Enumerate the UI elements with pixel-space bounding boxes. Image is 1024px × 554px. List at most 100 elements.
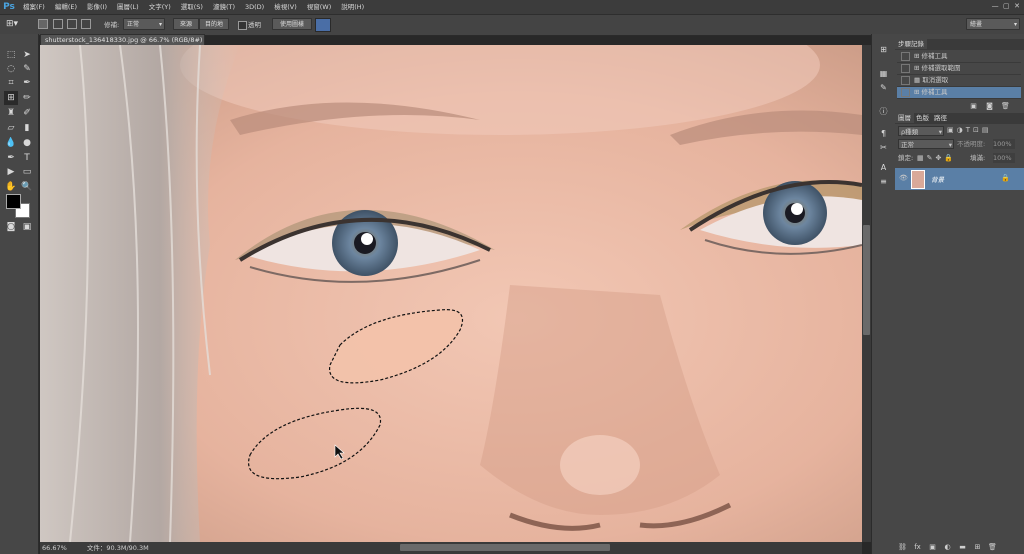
eyedropper-tool-icon[interactable]: ✒ xyxy=(20,76,34,90)
quick-mask-icon[interactable]: ◙ xyxy=(4,220,18,234)
menu-3d[interactable]: 3D(D) xyxy=(240,0,269,14)
layer-filter-icons[interactable]: ▣◑T⊡▤ xyxy=(947,126,991,134)
type-tool-icon[interactable]: T xyxy=(20,151,34,165)
menu-help[interactable]: 說明(H) xyxy=(336,0,369,14)
trash-icon[interactable]: 🗑 xyxy=(988,543,997,551)
new-selection-icon[interactable] xyxy=(38,19,48,29)
tab-history[interactable]: 步驟記錄 xyxy=(895,39,927,49)
horizontal-scrollbar[interactable] xyxy=(210,542,862,554)
history-item[interactable]: ⊞ 修補工具 xyxy=(897,51,1021,63)
patch-tool-icon: ⊞ xyxy=(914,88,920,96)
right-panels: 步驟記錄 ⊞ 修補工具 ⊞ 修補選取範圍 ▦ 取消選取 ⊞ 修補工具 ▣ ◙ 🗑… xyxy=(895,34,1024,554)
adjustment-layer-icon[interactable]: ◐ xyxy=(943,543,952,551)
paragraph-align-icon[interactable]: ≡ xyxy=(877,176,890,188)
screen-mode-icon[interactable]: ▣ xyxy=(20,220,34,234)
path-select-tool-icon[interactable]: ▶ xyxy=(4,165,18,179)
tool-presets-icon[interactable]: ✂ xyxy=(877,142,890,154)
pen-tool-icon[interactable]: ✒ xyxy=(4,151,18,165)
move-tool-icon[interactable]: ➤ xyxy=(20,48,34,62)
transparent-checkbox[interactable] xyxy=(238,21,247,30)
history-state-checkbox[interactable] xyxy=(901,87,910,97)
subtract-selection-icon[interactable] xyxy=(67,19,77,29)
add-mask-icon[interactable]: ▣ xyxy=(928,543,937,551)
properties-panel-icon[interactable]: ▦ xyxy=(877,68,890,80)
pattern-picker[interactable] xyxy=(315,18,331,32)
menu-edit[interactable]: 編輯(E) xyxy=(50,0,82,14)
window-controls[interactable]: — ▢ ✕ xyxy=(992,2,1020,10)
layer-row-background[interactable]: 👁 背景 🔒 xyxy=(895,168,1024,190)
marquee-tool-icon[interactable]: ⬚ xyxy=(4,48,18,62)
new-layer-icon[interactable]: ⊞ xyxy=(973,543,982,551)
zoom-level[interactable]: 66.67% xyxy=(42,544,67,552)
workspace-select[interactable]: 繪畫 ▾ xyxy=(966,18,1020,30)
intersect-selection-icon[interactable] xyxy=(81,19,91,29)
dodge-tool-icon[interactable]: ● xyxy=(20,136,34,150)
brush-tool-icon[interactable]: ✏ xyxy=(20,91,34,105)
new-document-from-state-icon[interactable]: ▣ xyxy=(969,102,978,110)
fill-value[interactable]: 100% xyxy=(993,153,1015,163)
patch-tool-icon[interactable]: ⊞ xyxy=(4,91,18,105)
history-item[interactable]: ⊞ 修補選取範圍 xyxy=(897,63,1021,75)
use-pattern-button[interactable]: 使用圖樣 xyxy=(272,18,312,30)
quick-select-tool-icon[interactable]: ✎ xyxy=(20,62,34,76)
lock-icons[interactable]: ▦✎✥🔒 xyxy=(917,153,956,163)
crop-tool-icon[interactable]: ⌗ xyxy=(4,76,18,90)
history-panel-icon[interactable]: ⊞ xyxy=(877,44,890,56)
menu-view[interactable]: 檢視(V) xyxy=(269,0,302,14)
destination-button[interactable]: 目的地 xyxy=(199,18,229,30)
tab-paths[interactable]: 路徑 xyxy=(931,113,950,123)
lasso-tool-icon[interactable]: ◌ xyxy=(4,62,18,76)
layer-kind-filter[interactable]: ρ種類 ▾ xyxy=(898,126,944,136)
tab-channels[interactable]: 色版 xyxy=(913,113,932,123)
layer-style-icon[interactable]: fx xyxy=(913,543,922,551)
menu-file[interactable]: 檔案(F) xyxy=(18,0,50,14)
trash-icon[interactable]: 🗑 xyxy=(1001,102,1010,110)
horizontal-scroll-thumb[interactable] xyxy=(400,544,610,551)
foreground-color-swatch[interactable] xyxy=(6,194,21,209)
menu-window[interactable]: 視窗(W) xyxy=(302,0,337,14)
clone-stamp-tool-icon[interactable]: ♜ xyxy=(4,106,18,120)
document-canvas[interactable] xyxy=(40,45,862,542)
paragraph-panel-icon[interactable]: ¶ xyxy=(877,128,890,140)
snapshot-icon[interactable]: ◙ xyxy=(985,102,994,110)
source-button[interactable]: 來源 xyxy=(173,18,199,30)
tab-layers[interactable]: 圖層 xyxy=(895,113,914,123)
zoom-tool-icon[interactable]: 🔍 xyxy=(20,180,34,194)
eraser-tool-icon[interactable]: ▱ xyxy=(4,121,18,135)
menu-bar: Ps 檔案(F) 編輯(E) 影像(I) 圖層(L) 文字(Y) 選取(S) 濾… xyxy=(0,0,1024,14)
tools-panel: ⬚ ➤ ◌ ✎ ⌗ ✒ ⊞ ✏ ♜ ✐ ▱ ▮ 💧 ● ✒ T ▶ ▭ ✋ 🔍 … xyxy=(0,34,39,554)
history-item-selected[interactable]: ⊞ 修補工具 xyxy=(897,87,1021,99)
history-state-checkbox[interactable] xyxy=(901,75,910,85)
document-tab[interactable]: shutterstock_136418330.jpg @ 66.7% (RGB/… xyxy=(40,34,205,45)
history-state-checkbox[interactable] xyxy=(901,63,910,73)
history-brush-tool-icon[interactable]: ✐ xyxy=(20,106,34,120)
opacity-value[interactable]: 100% xyxy=(993,139,1015,149)
info-panel-icon[interactable]: ⓘ xyxy=(877,106,890,118)
menu-filter[interactable]: 濾鏡(T) xyxy=(208,0,240,14)
menu-layer[interactable]: 圖層(L) xyxy=(112,0,144,14)
link-layers-icon[interactable]: ⛓ xyxy=(898,543,907,551)
brush-preset-icon[interactable]: ✎ xyxy=(877,82,890,94)
history-state-checkbox[interactable] xyxy=(901,51,910,61)
layers-panel-header: 圖層 色版 路徑 xyxy=(895,113,1024,124)
gradient-tool-icon[interactable]: ▮ xyxy=(20,121,34,135)
vertical-scroll-thumb[interactable] xyxy=(863,225,870,335)
add-selection-icon[interactable] xyxy=(53,19,63,29)
nose-tip-highlight xyxy=(560,435,640,495)
menu-type[interactable]: 文字(Y) xyxy=(144,0,176,14)
blend-mode-select[interactable]: 正常 ▾ xyxy=(898,139,954,149)
menu-select[interactable]: 選取(S) xyxy=(176,0,208,14)
patch-tool-preset-icon[interactable]: ⊞▾ xyxy=(6,18,30,30)
hand-tool-icon[interactable]: ✋ xyxy=(4,180,18,194)
character-panel-icon[interactable]: A xyxy=(877,162,890,174)
eye-icon[interactable]: 👁 xyxy=(899,174,908,182)
layer-name: 背景 xyxy=(931,176,944,184)
patch-mode-select[interactable]: 正常 ▾ xyxy=(123,18,165,30)
menu-image[interactable]: 影像(I) xyxy=(82,0,112,14)
vertical-scrollbar[interactable] xyxy=(862,45,871,542)
history-item[interactable]: ▦ 取消選取 xyxy=(897,75,1021,87)
blur-tool-icon[interactable]: 💧 xyxy=(4,136,18,150)
new-group-icon[interactable]: ▬ xyxy=(958,543,967,551)
file-size-info[interactable]: 文件：90.3M/90.3M xyxy=(87,544,149,552)
shape-tool-icon[interactable]: ▭ xyxy=(20,165,34,179)
